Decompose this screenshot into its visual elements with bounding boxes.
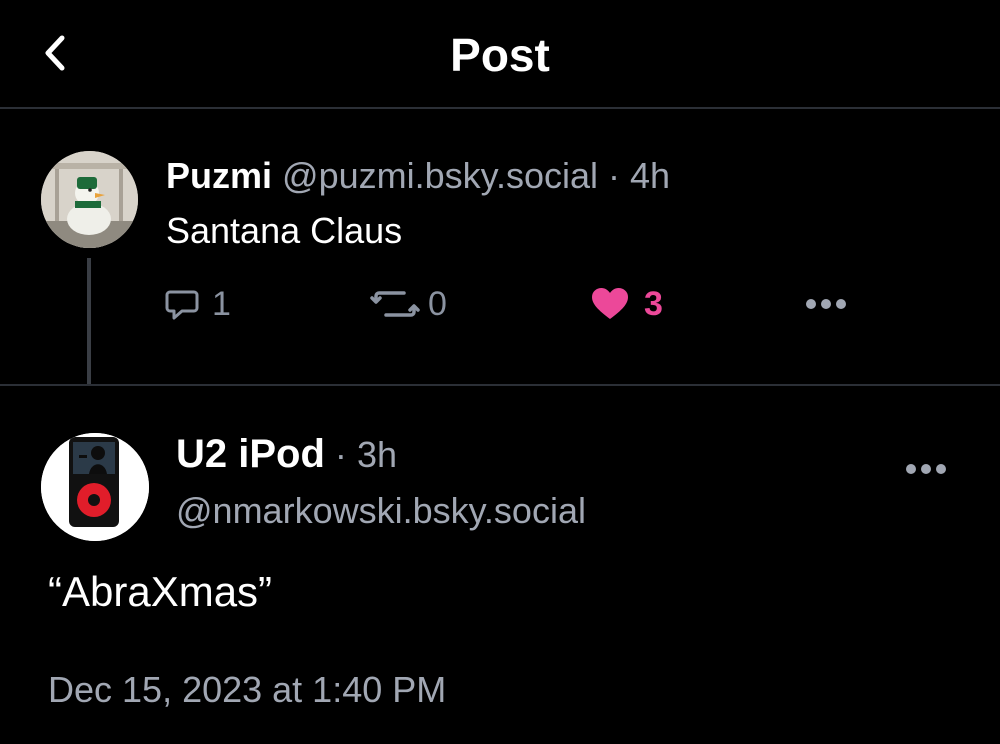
reply-button[interactable]: 1 <box>164 282 231 326</box>
post-timestamp: Dec 15, 2023 at 1:40 PM <box>48 669 447 710</box>
post-time: 4h <box>630 155 671 196</box>
thread-connector <box>87 258 91 386</box>
author-name[interactable]: U2 iPod <box>176 432 325 476</box>
heart-icon <box>592 288 628 319</box>
like-button[interactable]: 3 <box>590 282 663 326</box>
separator-dot: · <box>608 155 621 196</box>
main-author-line: U2 iPod · 3h <box>176 432 397 477</box>
header: Post <box>0 0 1000 108</box>
header-divider <box>0 107 1000 109</box>
author-name[interactable]: Puzmi <box>166 155 272 196</box>
like-count: 3 <box>644 284 663 323</box>
post-time: 3h <box>356 434 397 475</box>
more-options-icon[interactable] <box>906 464 946 474</box>
avatar[interactable] <box>41 433 149 541</box>
reply-icon <box>165 290 199 320</box>
repost-count: 0 <box>428 284 447 323</box>
parent-post-text: Santana Claus <box>166 210 403 251</box>
author-handle[interactable]: @nmarkowski.bsky.social <box>176 489 586 533</box>
page-title: Post <box>450 29 550 81</box>
parent-author-line: Puzmi @puzmi.bsky.social · 4h <box>166 154 670 198</box>
repost-icon <box>370 291 420 317</box>
ipod-avatar-image <box>41 433 149 541</box>
author-handle[interactable]: @puzmi.bsky.social <box>282 155 598 196</box>
main-post-text: “AbraXmas” <box>48 568 273 615</box>
post-divider <box>0 384 1000 386</box>
more-options-icon[interactable] <box>806 299 846 309</box>
avatar-image <box>41 151 138 248</box>
avatar[interactable] <box>41 151 138 248</box>
repost-button[interactable]: 0 <box>370 282 447 326</box>
reply-count: 1 <box>212 284 231 323</box>
separator-dot: · <box>334 434 347 475</box>
